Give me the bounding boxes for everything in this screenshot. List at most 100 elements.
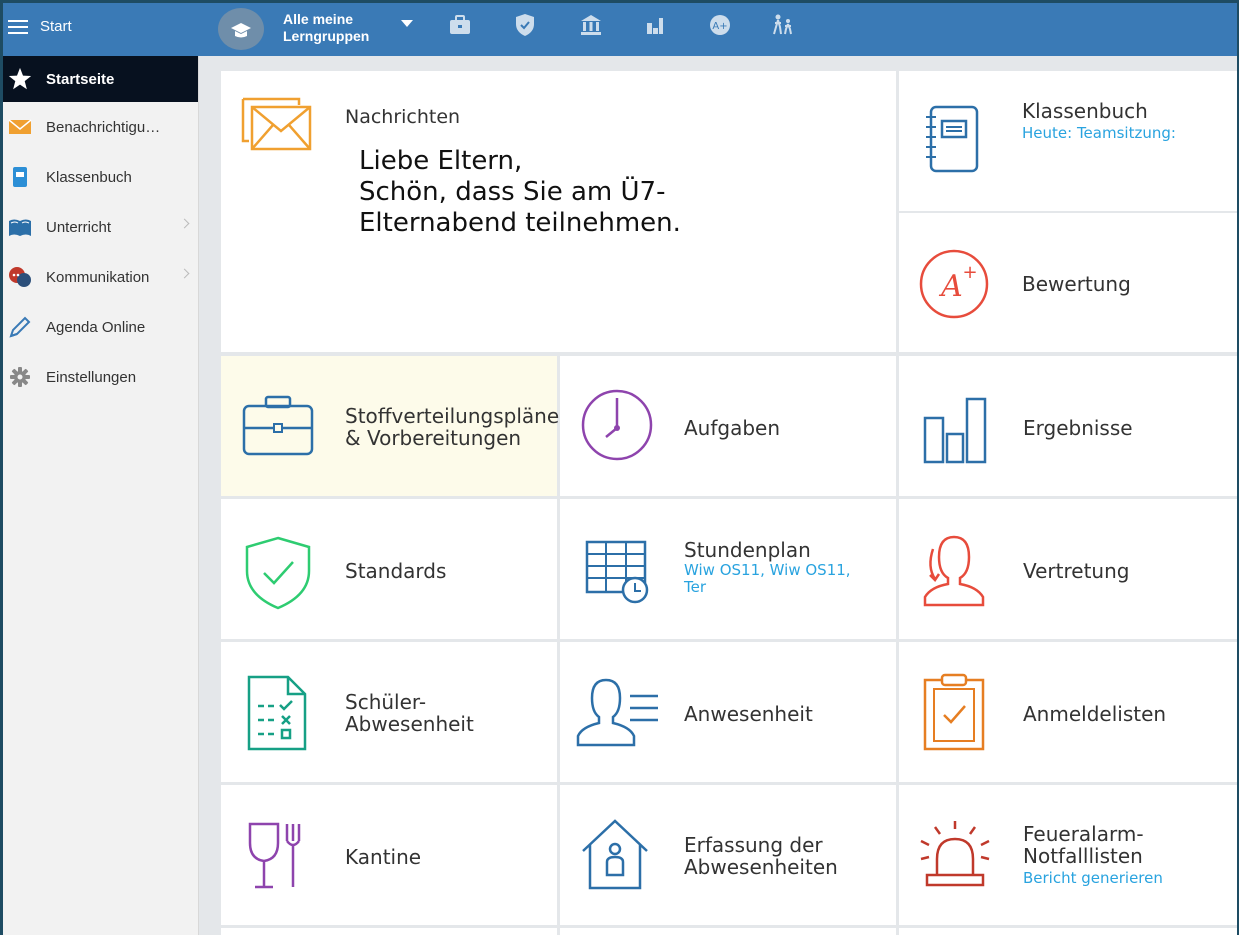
children-icon[interactable] — [770, 12, 796, 38]
sidebar-item-kommunikation[interactable]: Kommunikation — [0, 252, 198, 302]
tile-title: Feueralarm- Notfalllisten — [1023, 823, 1144, 867]
tile-title: Stundenplan — [684, 538, 811, 562]
tile-title-line: Abwesenheit — [345, 712, 474, 736]
pen-icon — [8, 315, 32, 339]
start-label[interactable]: Start — [40, 18, 72, 35]
alarm-siren-icon — [917, 819, 993, 893]
briefcase-icon[interactable] — [447, 12, 473, 38]
person-list-icon — [576, 674, 662, 752]
notebook-icon — [8, 165, 32, 189]
message-line: Schön, dass Sie am Ü7- — [359, 177, 666, 207]
person-swap-icon — [919, 531, 989, 613]
tile-title: Kantine — [345, 845, 422, 869]
sidebar-item-label: Kommunikation — [46, 268, 150, 286]
sidebar-item-label: Unterricht — [46, 218, 112, 236]
briefcase-icon — [241, 394, 315, 462]
gear-icon — [8, 365, 32, 389]
sidebar-item-startseite[interactable]: Startseite — [0, 56, 198, 102]
tile-title: Stoffverteilungspläne & Vorbereitungen — [345, 405, 559, 449]
notebook-icon — [923, 103, 981, 179]
sidebar-item-label: Startseite — [46, 70, 115, 88]
sidebar-item-label: Agenda Online — [46, 318, 146, 336]
svg-text:+: + — [962, 262, 977, 283]
tile-partial — [221, 928, 557, 935]
tile-standards[interactable]: Standards — [221, 499, 557, 639]
grade-icon[interactable]: A+ — [707, 12, 733, 38]
bar-chart-icon — [922, 396, 990, 470]
tile-subtitle-link[interactable]: Wiw OS11, Wiw OS11, Ter — [684, 562, 851, 596]
tile-title-line: & Vorbereitungen — [345, 426, 522, 450]
tile-kantine[interactable]: Kantine — [221, 785, 557, 925]
tile-title: Standards — [345, 559, 447, 583]
book-icon — [8, 215, 32, 239]
tile-anwesenheit[interactable]: Anwesenheit — [560, 642, 896, 782]
tile-anmeldelisten[interactable]: Anmeldelisten — [899, 642, 1238, 782]
tile-title: Ergebnisse — [1023, 416, 1133, 440]
tile-aufgaben[interactable]: Aufgaben — [560, 356, 896, 496]
tile-title: Erfassung der Abwesenheiten — [684, 834, 838, 878]
group-selector[interactable]: Alle meine Lerngruppen — [283, 11, 369, 45]
group-name-line2: Lerngruppen — [283, 28, 370, 44]
tile-vertretung[interactable]: Vertretung — [899, 499, 1238, 639]
tile-erfassung-abwesenheiten[interactable]: Erfassung der Abwesenheiten — [560, 785, 896, 925]
menu-icon[interactable] — [8, 20, 28, 34]
tile-stoffverteilungsplaene[interactable]: Stoffverteilungspläne & Vorbereitungen — [221, 356, 559, 496]
svg-text:A: A — [938, 269, 963, 304]
svg-text:A+: A+ — [712, 21, 727, 32]
grade-icon: A + — [918, 248, 990, 324]
group-name-line1: Alle meine — [283, 11, 354, 27]
sidebar-item-label: Benachrichtigu… — [46, 118, 161, 136]
tile-subtitle-line: Ter — [684, 578, 707, 596]
sidebar-item-agenda-online[interactable]: Agenda Online — [0, 302, 198, 352]
chat-icon — [8, 265, 32, 289]
tile-schueler-abwesenheit[interactable]: Schüler- Abwesenheit — [221, 642, 557, 782]
sidebar-item-einstellungen[interactable]: Einstellungen — [0, 352, 198, 402]
tile-title: Anwesenheit — [684, 702, 813, 726]
message-line: Elternabend teilnehmen. — [359, 208, 681, 238]
star-icon — [8, 67, 32, 91]
shield-icon[interactable] — [512, 12, 538, 38]
tile-bewertung[interactable]: A + Bewertung — [899, 213, 1238, 352]
tile-title-line: Stoffverteilungspläne — [345, 404, 560, 428]
tile-title-line: Abwesenheiten — [684, 855, 838, 879]
tile-title: Nachrichten — [345, 106, 461, 128]
tile-subtitle-line: Wiw OS11, Wiw OS11, — [684, 561, 851, 579]
tile-ergebnisse[interactable]: Ergebnisse — [899, 356, 1238, 496]
tile-title: Anmeldelisten — [1023, 702, 1167, 726]
tile-title-line: Schüler- — [345, 690, 427, 714]
tile-nachrichten[interactable]: Nachrichten Liebe Eltern, Schön, dass Si… — [221, 71, 896, 352]
institution-icon[interactable] — [578, 12, 604, 38]
sidebar-item-unterricht[interactable]: Unterricht — [0, 202, 198, 252]
sidebar: Startseite Benachrichtigu… Klassenbuch U… — [0, 56, 199, 935]
sidebar-item-klassenbuch[interactable]: Klassenbuch — [0, 152, 198, 202]
checklist-icon — [246, 674, 308, 756]
tile-partial — [560, 928, 896, 935]
clock-icon — [580, 388, 654, 466]
top-bar: Start Alle meine Lerngruppen A+ — [0, 0, 1239, 56]
tile-title-line: Feueralarm- — [1023, 822, 1144, 846]
tile-feueralarm[interactable]: Feueralarm- Notfalllisten Bericht generi… — [899, 785, 1238, 925]
sidebar-item-benachrichtigungen[interactable]: Benachrichtigu… — [0, 102, 198, 152]
graduation-cap-icon[interactable] — [218, 8, 264, 50]
bar-chart-icon[interactable] — [642, 12, 668, 38]
envelope-icon — [8, 115, 32, 139]
tile-title-line: Erfassung der — [684, 833, 823, 857]
shield-check-icon — [243, 535, 313, 615]
tile-subtitle-link[interactable]: Heute: Teamsitzung: — [1022, 125, 1176, 142]
timetable-icon — [584, 539, 654, 609]
chevron-right-icon — [179, 268, 190, 279]
message-preview: Liebe Eltern, Schön, dass Sie am Ü7- Elt… — [359, 146, 859, 239]
sidebar-item-label: Klassenbuch — [46, 168, 132, 186]
tile-subtitle-link[interactable]: Bericht generieren — [1023, 870, 1163, 887]
tile-stundenplan[interactable]: Stundenplan Wiw OS11, Wiw OS11, Ter — [560, 499, 896, 639]
tile-title: Vertretung — [1023, 559, 1130, 583]
clipboard-check-icon — [922, 672, 986, 756]
chevron-right-icon — [179, 218, 190, 229]
message-line: Liebe Eltern, — [359, 146, 523, 176]
envelope-icon — [239, 95, 313, 157]
tile-title: Klassenbuch — [1022, 99, 1148, 123]
glass-fork-icon — [247, 821, 307, 895]
chevron-down-icon[interactable] — [401, 20, 413, 27]
tile-title: Bewertung — [1022, 272, 1131, 296]
tile-klassenbuch[interactable]: Klassenbuch Heute: Teamsitzung: — [899, 71, 1238, 211]
